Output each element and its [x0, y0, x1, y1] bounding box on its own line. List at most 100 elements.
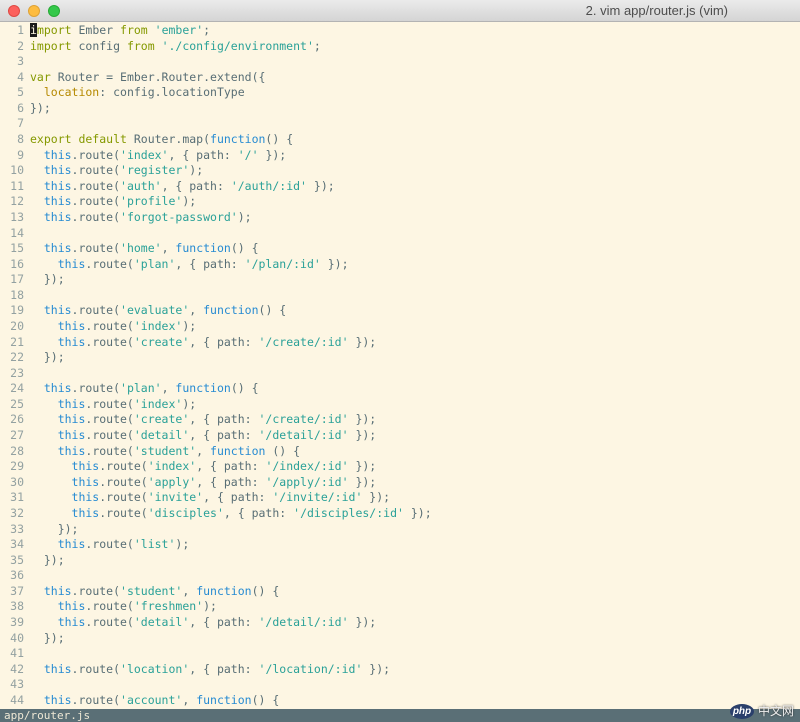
- line-number: 19: [10, 303, 24, 318]
- code-token: : config.locationType: [99, 85, 245, 100]
- code-text: this.route('home', function() {: [30, 241, 259, 257]
- code-line[interactable]: 13 this.route('forgot-password');: [0, 210, 800, 226]
- code-line[interactable]: 15 this.route('home', function() {: [0, 241, 800, 257]
- code-line[interactable]: 40 });: [0, 631, 800, 647]
- code-token: this: [30, 537, 86, 552]
- line-number: 26: [10, 412, 24, 427]
- code-token: this: [30, 163, 72, 178]
- code-token: this: [30, 614, 86, 629]
- line-number: 38: [10, 599, 24, 614]
- code-token: this: [30, 303, 72, 318]
- code-line[interactable]: 32 this.route('disciples', { path: '/dis…: [0, 506, 800, 522]
- code-token: from: [120, 23, 155, 37]
- code-token: '/location/:id': [258, 661, 363, 676]
- code-token: 'student': [133, 443, 197, 458]
- code-token: this: [30, 505, 100, 520]
- code-line[interactable]: 18: [0, 288, 800, 304]
- line-number: 34: [10, 537, 24, 552]
- code-token: 'disciples': [147, 505, 224, 520]
- code-token: function: [210, 132, 266, 147]
- code-text: this.route('invite', { path: '/invite/:i…: [30, 490, 391, 506]
- line-number: 30: [10, 474, 24, 489]
- code-line[interactable]: 1 import Ember from 'ember';: [0, 23, 800, 39]
- code-token: this: [30, 396, 86, 411]
- code-token: '/apply/:id': [265, 474, 349, 489]
- line-number: 10: [10, 163, 24, 178]
- code-token: function: [196, 692, 252, 707]
- status-filename: app/router.js: [4, 709, 91, 722]
- code-line[interactable]: 2 import config from './config/environmen…: [0, 39, 800, 55]
- vim-editor-buffer[interactable]: 1 import Ember from 'ember'; 2 import confi…: [0, 23, 800, 709]
- code-line[interactable]: 7: [0, 116, 800, 132]
- line-number: 8: [17, 132, 24, 147]
- code-line[interactable]: 41: [0, 646, 800, 662]
- code-token: .route(: [85, 614, 134, 629]
- close-window-button[interactable]: [8, 5, 20, 17]
- terminal-window: 2. vim app/router.js (vim) 1 import Ember…: [0, 0, 800, 722]
- line-number: 2: [17, 38, 24, 53]
- line-number: 33: [10, 521, 24, 536]
- code-line[interactable]: 6});: [0, 101, 800, 117]
- code-line[interactable]: 16 this.route('plan', { path: '/plan/:id…: [0, 257, 800, 273]
- code-line[interactable]: 25 this.route('index');: [0, 397, 800, 413]
- code-line[interactable]: 14: [0, 226, 800, 242]
- code-token: ,: [196, 443, 211, 458]
- code-line[interactable]: 43: [0, 677, 800, 693]
- code-line[interactable]: 28 this.route('student', function () {: [0, 444, 800, 460]
- code-token: 'location': [120, 661, 190, 676]
- code-line[interactable]: 23: [0, 366, 800, 382]
- code-line[interactable]: 4 var Router = Ember.Router.extend({: [0, 70, 800, 86]
- code-line[interactable]: 37 this.route('student', function() {: [0, 584, 800, 600]
- code-token: Ember: [78, 23, 121, 37]
- code-line[interactable]: 11 this.route('auth', { path: '/auth/:id…: [0, 179, 800, 195]
- minimize-window-button[interactable]: [28, 5, 40, 17]
- code-token: 'apply': [147, 474, 197, 489]
- code-line[interactable]: 21 this.route('create', { path: '/create…: [0, 335, 800, 351]
- code-text: this.route('profile');: [30, 194, 196, 210]
- line-number: 25: [10, 396, 24, 411]
- code-line[interactable]: 34 this.route('list');: [0, 537, 800, 553]
- code-text: this.route('create', { path: '/create/:i…: [30, 412, 377, 428]
- code-line[interactable]: 36: [0, 568, 800, 584]
- code-line[interactable]: 42 this.route('location', { path: '/loca…: [0, 662, 800, 678]
- code-token: , { path:: [189, 614, 259, 629]
- code-token: '/': [237, 147, 259, 162]
- code-line[interactable]: 5 location: config.locationType: [0, 85, 800, 101]
- code-line[interactable]: 19 this.route('evaluate', function() {: [0, 303, 800, 319]
- code-line[interactable]: 44 this.route('account', function() {: [0, 693, 800, 709]
- code-line[interactable]: 8 export default Router.map(function() {: [0, 132, 800, 148]
- code-line[interactable]: 9 this.route('index', { path: '/' });: [0, 148, 800, 164]
- code-text: this.route('index', { path: '/' });: [30, 148, 286, 164]
- code-line[interactable]: 12 this.route('profile');: [0, 194, 800, 210]
- code-token: () {: [230, 241, 259, 256]
- code-token: );: [182, 396, 197, 411]
- code-token: .route(: [71, 381, 121, 396]
- line-number: 11: [10, 178, 24, 193]
- code-token: this: [30, 147, 72, 162]
- code-line[interactable]: 17 });: [0, 272, 800, 288]
- code-line[interactable]: 39 this.route('detail', { path: '/detail…: [0, 615, 800, 631]
- line-number: 6: [17, 100, 24, 115]
- code-text: });: [30, 101, 51, 117]
- code-line[interactable]: 33 });: [0, 522, 800, 538]
- code-line[interactable]: 22 });: [0, 350, 800, 366]
- code-line[interactable]: 35 });: [0, 553, 800, 569]
- zoom-window-button[interactable]: [48, 5, 60, 17]
- code-line[interactable]: 31 this.route('invite', { path: '/invite…: [0, 490, 800, 506]
- code-line[interactable]: 10 this.route('register');: [0, 163, 800, 179]
- code-line[interactable]: 38 this.route('freshmen');: [0, 599, 800, 615]
- code-line[interactable]: 30 this.route('apply', { path: '/apply/:…: [0, 475, 800, 491]
- code-text: this.route('auth', { path: '/auth/:id' }…: [30, 179, 335, 195]
- code-token: });: [362, 490, 391, 505]
- code-text: this.route('apply', { path: '/apply/:id'…: [30, 474, 377, 491]
- code-token: this: [30, 194, 72, 209]
- code-text: var Router = Ember.Router.extend({: [30, 70, 265, 86]
- code-line[interactable]: 3: [0, 54, 800, 70]
- code-token: this: [30, 583, 72, 598]
- code-line[interactable]: 26 this.route('create', { path: '/create…: [0, 412, 800, 428]
- code-line[interactable]: 27 this.route('detail', { path: '/detail…: [0, 428, 800, 444]
- code-line[interactable]: 24 this.route('plan', function() {: [0, 381, 800, 397]
- code-line[interactable]: 29 this.route('index', { path: '/index/:…: [0, 459, 800, 475]
- code-line[interactable]: 20 this.route('index');: [0, 319, 800, 335]
- code-token: .route(: [71, 147, 121, 162]
